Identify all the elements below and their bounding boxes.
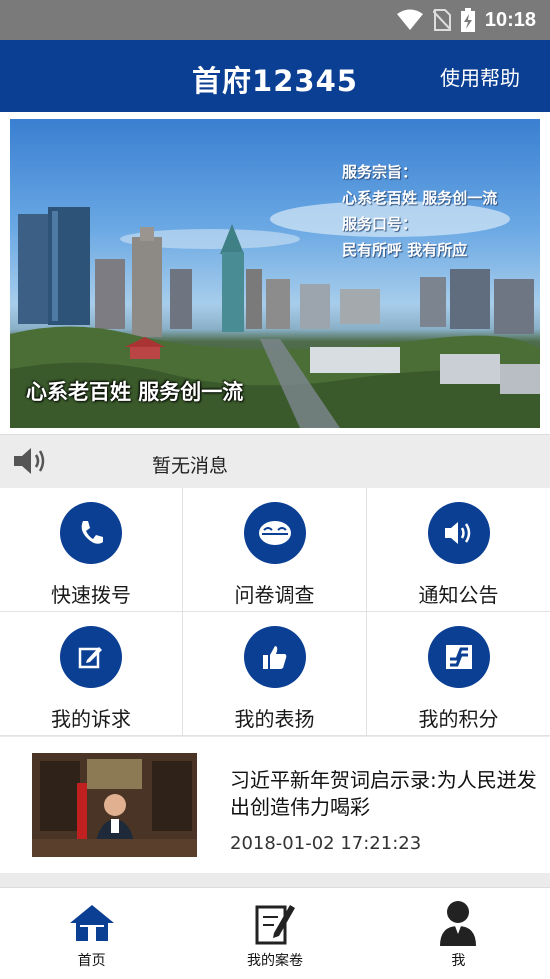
grid-item-label: 快速拨号 bbox=[51, 583, 131, 607]
home-icon bbox=[68, 900, 116, 946]
speaker-icon bbox=[12, 445, 48, 481]
slogan-line: 心系老百姓 服务创一流 bbox=[342, 189, 498, 207]
banner-image[interactable]: 服务宗旨： 心系老百姓 服务创一流 服务口号： 民有所呼 我有所应 心系老百姓 … bbox=[10, 119, 540, 428]
nav-label: 首页 bbox=[77, 953, 106, 969]
quick-dial-button[interactable]: 快速拨号 bbox=[0, 488, 183, 612]
no-sim-icon bbox=[432, 9, 451, 31]
announcement-icon bbox=[427, 502, 490, 564]
survey-icon bbox=[243, 502, 306, 564]
announcement-button[interactable]: 通知公告 bbox=[367, 488, 550, 612]
nav-home[interactable]: 首页 bbox=[0, 888, 183, 979]
app-header: 首府12345 使用帮助 bbox=[0, 40, 550, 112]
bottom-navigation: 首页 我的案卷 我 bbox=[0, 887, 550, 979]
news-date: 2018-01-02 17:21:23 bbox=[230, 833, 422, 854]
grid-item-label: 问卷调查 bbox=[234, 583, 315, 607]
banner-caption: 心系老百姓 服务创一流 bbox=[26, 380, 244, 404]
status-bar: 10:18 bbox=[0, 0, 550, 40]
notice-bar[interactable]: 暂无消息 bbox=[0, 434, 550, 488]
banner-slogan: 服务宗旨： 心系老百姓 服务创一流 服务口号： 民有所呼 我有所应 bbox=[342, 159, 538, 263]
edit-icon bbox=[60, 626, 122, 688]
clock: 10:18 bbox=[484, 8, 536, 31]
nav-me[interactable]: 我 bbox=[367, 888, 550, 979]
banner-carousel[interactable]: 服务宗旨： 心系老百姓 服务创一流 服务口号： 民有所呼 我有所应 心系老百姓 … bbox=[0, 112, 550, 434]
points-icon bbox=[427, 626, 490, 688]
news-headline: 习近平新年贺词启示录:为人民迸发出创造伟力喝彩 bbox=[230, 768, 537, 819]
grid-item-label: 我的诉求 bbox=[51, 707, 131, 731]
notice-text: 暂无消息 bbox=[152, 455, 229, 477]
slogan-line: 服务口号： bbox=[342, 215, 418, 233]
user-icon bbox=[438, 900, 478, 946]
nav-my-cases[interactable]: 我的案卷 bbox=[183, 888, 366, 979]
survey-button[interactable]: 问卷调查 bbox=[183, 488, 367, 612]
news-thumbnail bbox=[32, 753, 197, 857]
battery-charging-icon bbox=[460, 8, 475, 32]
my-appeals-button[interactable]: 我的诉求 bbox=[0, 612, 183, 736]
slogan-line: 民有所呼 我有所应 bbox=[342, 241, 468, 259]
news-item[interactable]: 习近平新年贺词启示录:为人民迸发出创造伟力喝彩 2018-01-02 17:21… bbox=[0, 737, 550, 873]
nav-label: 我的案卷 bbox=[246, 953, 303, 969]
grid-item-label: 通知公告 bbox=[418, 583, 499, 607]
grid-item-label: 我的积分 bbox=[418, 707, 499, 731]
my-points-button[interactable]: 我的积分 bbox=[367, 612, 550, 736]
phone-icon bbox=[60, 502, 122, 564]
grid-item-label: 我的表扬 bbox=[234, 707, 315, 731]
wifi-icon bbox=[396, 9, 423, 31]
thumbs-up-icon bbox=[243, 626, 306, 688]
case-file-icon bbox=[254, 900, 296, 946]
my-praise-button[interactable]: 我的表扬 bbox=[183, 612, 367, 736]
slogan-line: 服务宗旨： bbox=[342, 163, 418, 181]
help-button[interactable]: 使用帮助 bbox=[440, 62, 520, 91]
nav-label: 我 bbox=[451, 953, 466, 969]
function-grid: 快速拨号 问卷调查 通知公告 我的诉求 我的表扬 我的积分 bbox=[0, 488, 550, 736]
